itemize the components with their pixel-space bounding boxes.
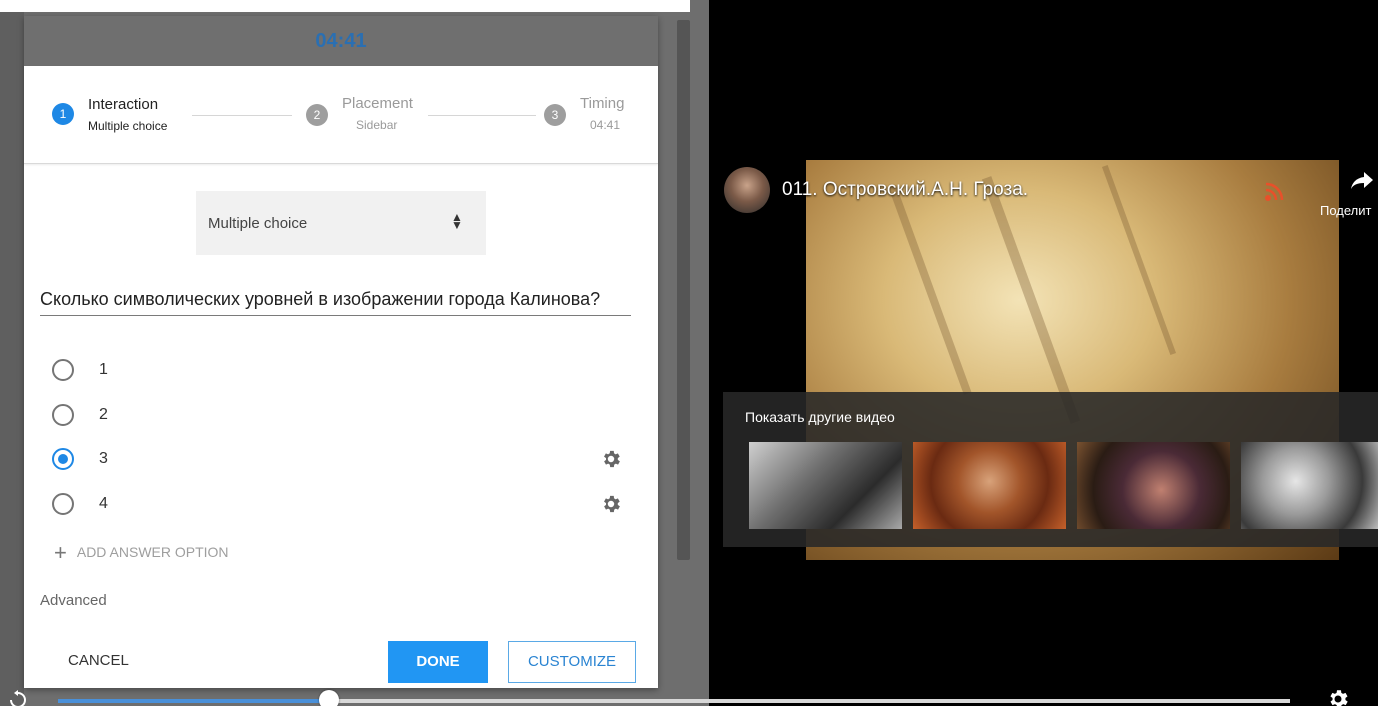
interaction-type-select[interactable]: Multiple choice ▲ ▼ (196, 191, 486, 255)
step-1-title[interactable]: Interaction (88, 96, 158, 113)
step-connector (428, 115, 536, 116)
video-thumbnail[interactable] (913, 442, 1066, 529)
video-texture (1101, 165, 1177, 355)
select-arrows-icon: ▲ ▼ (451, 210, 463, 232)
stepper: 1 Interaction Multiple choice 2 Placemen… (24, 66, 658, 164)
progress-fill (58, 699, 330, 703)
left-edge (0, 12, 24, 706)
radio-button[interactable] (52, 359, 74, 381)
answer-option[interactable]: 4 (52, 493, 622, 517)
share-arrow-icon[interactable] (1350, 170, 1374, 190)
step-1-subtitle: Multiple choice (88, 119, 168, 133)
step-2-subtitle: Sidebar (356, 118, 398, 132)
option-label[interactable]: 3 (99, 450, 108, 468)
progress-knob[interactable] (319, 690, 340, 706)
settings-gear-icon[interactable] (600, 493, 622, 515)
cancel-button[interactable]: CANCEL (68, 652, 129, 669)
more-videos-label: Показать другие видео (745, 409, 895, 425)
video-thumbnail[interactable] (1241, 442, 1378, 529)
video-texture (888, 185, 972, 395)
select-value: Multiple choice (208, 215, 308, 232)
step-2-circle[interactable]: 2 (306, 104, 328, 126)
video-thumbnail[interactable] (1077, 442, 1230, 529)
option-label[interactable]: 2 (99, 406, 108, 424)
interaction-dialog: 04:41 1 Interaction Multiple choice 2 Pl… (24, 16, 658, 688)
dialog-timer: 04:41 (24, 16, 658, 66)
radio-button[interactable] (52, 404, 74, 426)
progress-track[interactable] (58, 699, 1290, 703)
answer-option[interactable]: 3 (52, 448, 622, 472)
question-input[interactable]: Сколько символических уровней в изображе… (40, 286, 631, 316)
step-1-circle[interactable]: 1 (52, 103, 74, 125)
done-button[interactable]: DONE (388, 641, 488, 683)
video-thumbnail[interactable] (749, 442, 902, 529)
answer-option[interactable]: 2 (52, 404, 622, 428)
advanced-link[interactable]: Advanced (40, 592, 107, 609)
more-videos-panel: Показать другие видео (723, 392, 1378, 547)
video-texture (981, 176, 1081, 424)
option-label[interactable]: 4 (99, 495, 108, 513)
share-label[interactable]: Поделит (1320, 203, 1371, 218)
settings-gear-icon[interactable] (600, 448, 622, 470)
top-strip (0, 0, 690, 12)
step-connector (192, 115, 292, 116)
option-label[interactable]: 1 (99, 361, 108, 379)
rss-icon (1265, 182, 1284, 201)
channel-avatar[interactable] (724, 167, 770, 213)
scrollbar[interactable] (677, 20, 690, 560)
plus-icon: + (54, 540, 67, 565)
add-answer-option-button[interactable]: + ADD ANSWER OPTION (54, 540, 229, 566)
player-settings-icon[interactable] (1326, 687, 1350, 706)
customize-button[interactable]: CUSTOMIZE (508, 641, 636, 683)
screen: 04:41 1 Interaction Multiple choice 2 Pl… (0, 0, 1378, 706)
video-title[interactable]: 011. Островский.А.Н. Гроза. (782, 179, 1028, 201)
step-3-title[interactable]: Timing (580, 95, 624, 112)
replay-icon[interactable] (8, 690, 28, 706)
add-answer-option-label: ADD ANSWER OPTION (76, 544, 229, 560)
step-3-circle[interactable]: 3 (544, 104, 566, 126)
answer-option[interactable]: 1 (52, 359, 622, 383)
step-3-subtitle: 04:41 (590, 118, 621, 132)
radio-button-selected[interactable] (52, 448, 74, 470)
radio-button[interactable] (52, 493, 74, 515)
step-2-title[interactable]: Placement (342, 95, 413, 112)
